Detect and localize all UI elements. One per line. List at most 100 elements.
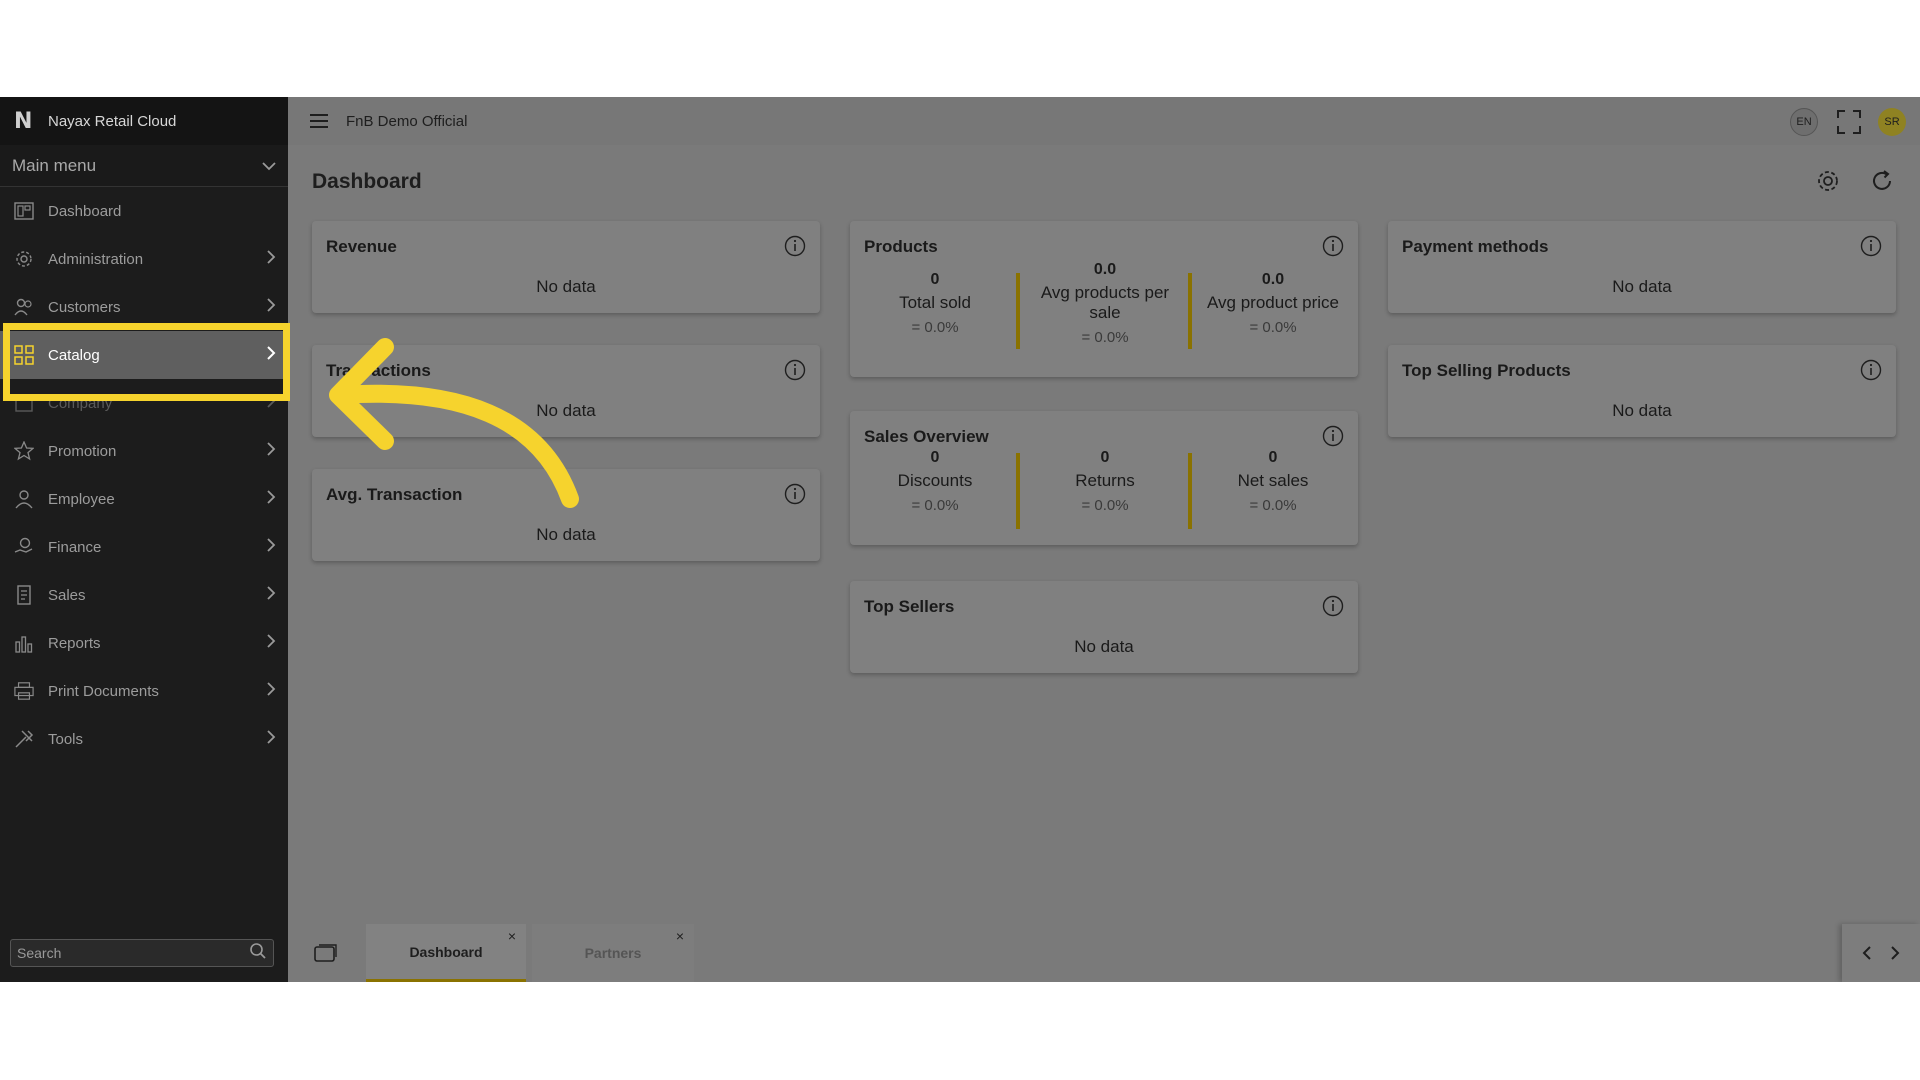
metric-divider <box>1188 453 1192 529</box>
sidebar-item-company[interactable]: Company <box>0 379 288 427</box>
sidebar-item-customers[interactable]: Customers <box>0 283 288 331</box>
sidebar: N Nayax Retail Cloud Main menu Dashboard… <box>0 97 288 982</box>
sidebar-item-reports[interactable]: Reports <box>0 619 288 667</box>
no-data-text: No data <box>1612 277 1672 296</box>
main-menu-toggle[interactable]: Main menu <box>0 145 288 187</box>
metric-value: 0.0 <box>1261 271 1285 288</box>
close-icon[interactable]: × <box>676 928 684 944</box>
card-title: Avg. Transaction <box>326 485 463 504</box>
sidebar-search <box>10 939 274 967</box>
chevron-right-icon <box>266 730 276 748</box>
sidebar-item-label: Finance <box>48 538 102 556</box>
info-icon[interactable] <box>1860 359 1882 381</box>
metric-change: = 0.0% <box>911 497 959 514</box>
sidebar-item-print-documents[interactable]: Print Documents <box>0 667 288 715</box>
metric-change: = 0.0% <box>1249 497 1297 514</box>
sidebar-item-label: Company <box>48 394 113 412</box>
brand-logo: N <box>14 108 33 134</box>
metric-value: 0.0 <box>1093 261 1117 278</box>
organization-name: FnB Demo Official <box>346 112 468 130</box>
sidebar-item-label: Promotion <box>48 442 117 460</box>
refresh-icon[interactable] <box>1870 169 1894 193</box>
sidebar-item-promotion[interactable]: Promotion <box>0 427 288 475</box>
sidebar-item-sales[interactable]: Sales <box>0 571 288 619</box>
close-icon[interactable]: × <box>508 928 516 944</box>
info-icon[interactable] <box>1322 595 1344 617</box>
chevron-right-icon <box>266 586 276 604</box>
printer-icon <box>14 681 34 701</box>
metric-change: = 0.0% <box>911 319 959 336</box>
open-tabs-bar: Dashboard × Partners × <box>288 924 1920 982</box>
metric-label: Avg product price <box>1207 293 1339 312</box>
top-selling-products-card: Top Selling Products No data <box>1388 345 1896 437</box>
sidebar-item-dashboard[interactable]: Dashboard <box>0 187 288 235</box>
dashboard-icon <box>14 201 34 221</box>
sidebar-item-label: Reports <box>48 634 101 652</box>
metric-label: Avg products per sale <box>1040 283 1170 322</box>
metric-label: Returns <box>1075 471 1135 490</box>
search-input[interactable] <box>17 945 249 961</box>
sales-icon <box>14 585 34 605</box>
sidebar-item-label: Administration <box>48 250 144 268</box>
metric-total-sold: 0 Total sold = 0.0% <box>860 271 1010 336</box>
tab-dashboard[interactable]: Dashboard × <box>366 924 526 982</box>
metric-divider <box>1016 273 1020 349</box>
metric-label: Discounts <box>897 471 973 490</box>
hamburger-menu-icon[interactable] <box>308 110 330 132</box>
user-avatar[interactable]: SR <box>1878 108 1906 136</box>
payment-methods-card: Payment methods No data <box>1388 221 1896 313</box>
top-bar: FnB Demo Official EN SR <box>288 97 1920 145</box>
grid-icon <box>14 345 34 365</box>
sidebar-item-catalog[interactable]: Catalog <box>0 331 288 379</box>
metric-net-sales: 0 Net sales = 0.0% <box>1196 449 1350 514</box>
tab-partners[interactable]: Partners × <box>532 924 694 982</box>
info-icon[interactable] <box>784 483 806 505</box>
no-data-text: No data <box>536 277 596 296</box>
metric-label: Net sales <box>1237 471 1309 490</box>
info-icon[interactable] <box>1860 235 1882 257</box>
metric-value: 0 <box>1100 449 1110 466</box>
card-title: Revenue <box>326 237 397 256</box>
card-title: Sales Overview <box>864 427 989 446</box>
info-icon[interactable] <box>784 359 806 381</box>
fullscreen-icon[interactable] <box>1836 109 1862 135</box>
chevron-right-icon <box>266 394 276 412</box>
no-data-text: No data <box>536 401 596 420</box>
building-icon <box>14 393 34 413</box>
app-viewport: N Nayax Retail Cloud Main menu Dashboard… <box>0 97 1920 982</box>
gear-icon[interactable] <box>1816 169 1840 193</box>
avg-transaction-card: Avg. Transaction No data <box>312 469 820 561</box>
brand-bar: N Nayax Retail Cloud <box>0 97 288 145</box>
tab-scroll-controls <box>1842 924 1920 982</box>
gear-person-icon <box>14 249 34 269</box>
info-icon[interactable] <box>1322 235 1344 257</box>
info-icon[interactable] <box>1322 425 1344 447</box>
chevron-right-icon <box>266 346 276 364</box>
language-selector[interactable]: EN <box>1790 108 1818 136</box>
search-icon[interactable] <box>249 942 267 965</box>
chevron-right-icon[interactable] <box>1885 943 1905 963</box>
sidebar-item-finance[interactable]: Finance <box>0 523 288 571</box>
no-data-text: No data <box>1074 637 1134 656</box>
metric-label: Total sold <box>899 293 971 312</box>
info-icon[interactable] <box>784 235 806 257</box>
metric-value: 0 <box>930 271 940 288</box>
metric-divider <box>1016 453 1020 529</box>
metric-change: = 0.0% <box>1081 329 1129 346</box>
chevron-right-icon <box>266 298 276 316</box>
metric-discounts: 0 Discounts = 0.0% <box>860 449 1010 514</box>
tab-label: Dashboard <box>409 943 483 960</box>
chevron-right-icon <box>266 682 276 700</box>
employee-icon <box>14 489 34 509</box>
sidebar-item-tools[interactable]: Tools <box>0 715 288 763</box>
tabs-overview-icon[interactable] <box>314 943 338 963</box>
products-card: Products 0 Total sold = 0.0% 0.0 Avg pro… <box>850 221 1358 377</box>
main-menu-label: Main menu <box>12 155 97 175</box>
sidebar-item-label: Catalog <box>48 346 100 364</box>
sales-overview-card: Sales Overview 0 Discounts = 0.0% 0 Retu… <box>850 411 1358 545</box>
card-title: Top Selling Products <box>1402 361 1571 380</box>
sidebar-item-employee[interactable]: Employee <box>0 475 288 523</box>
chevron-left-icon[interactable] <box>1857 943 1877 963</box>
metric-value: 0 <box>1268 449 1278 466</box>
sidebar-item-administration[interactable]: Administration <box>0 235 288 283</box>
